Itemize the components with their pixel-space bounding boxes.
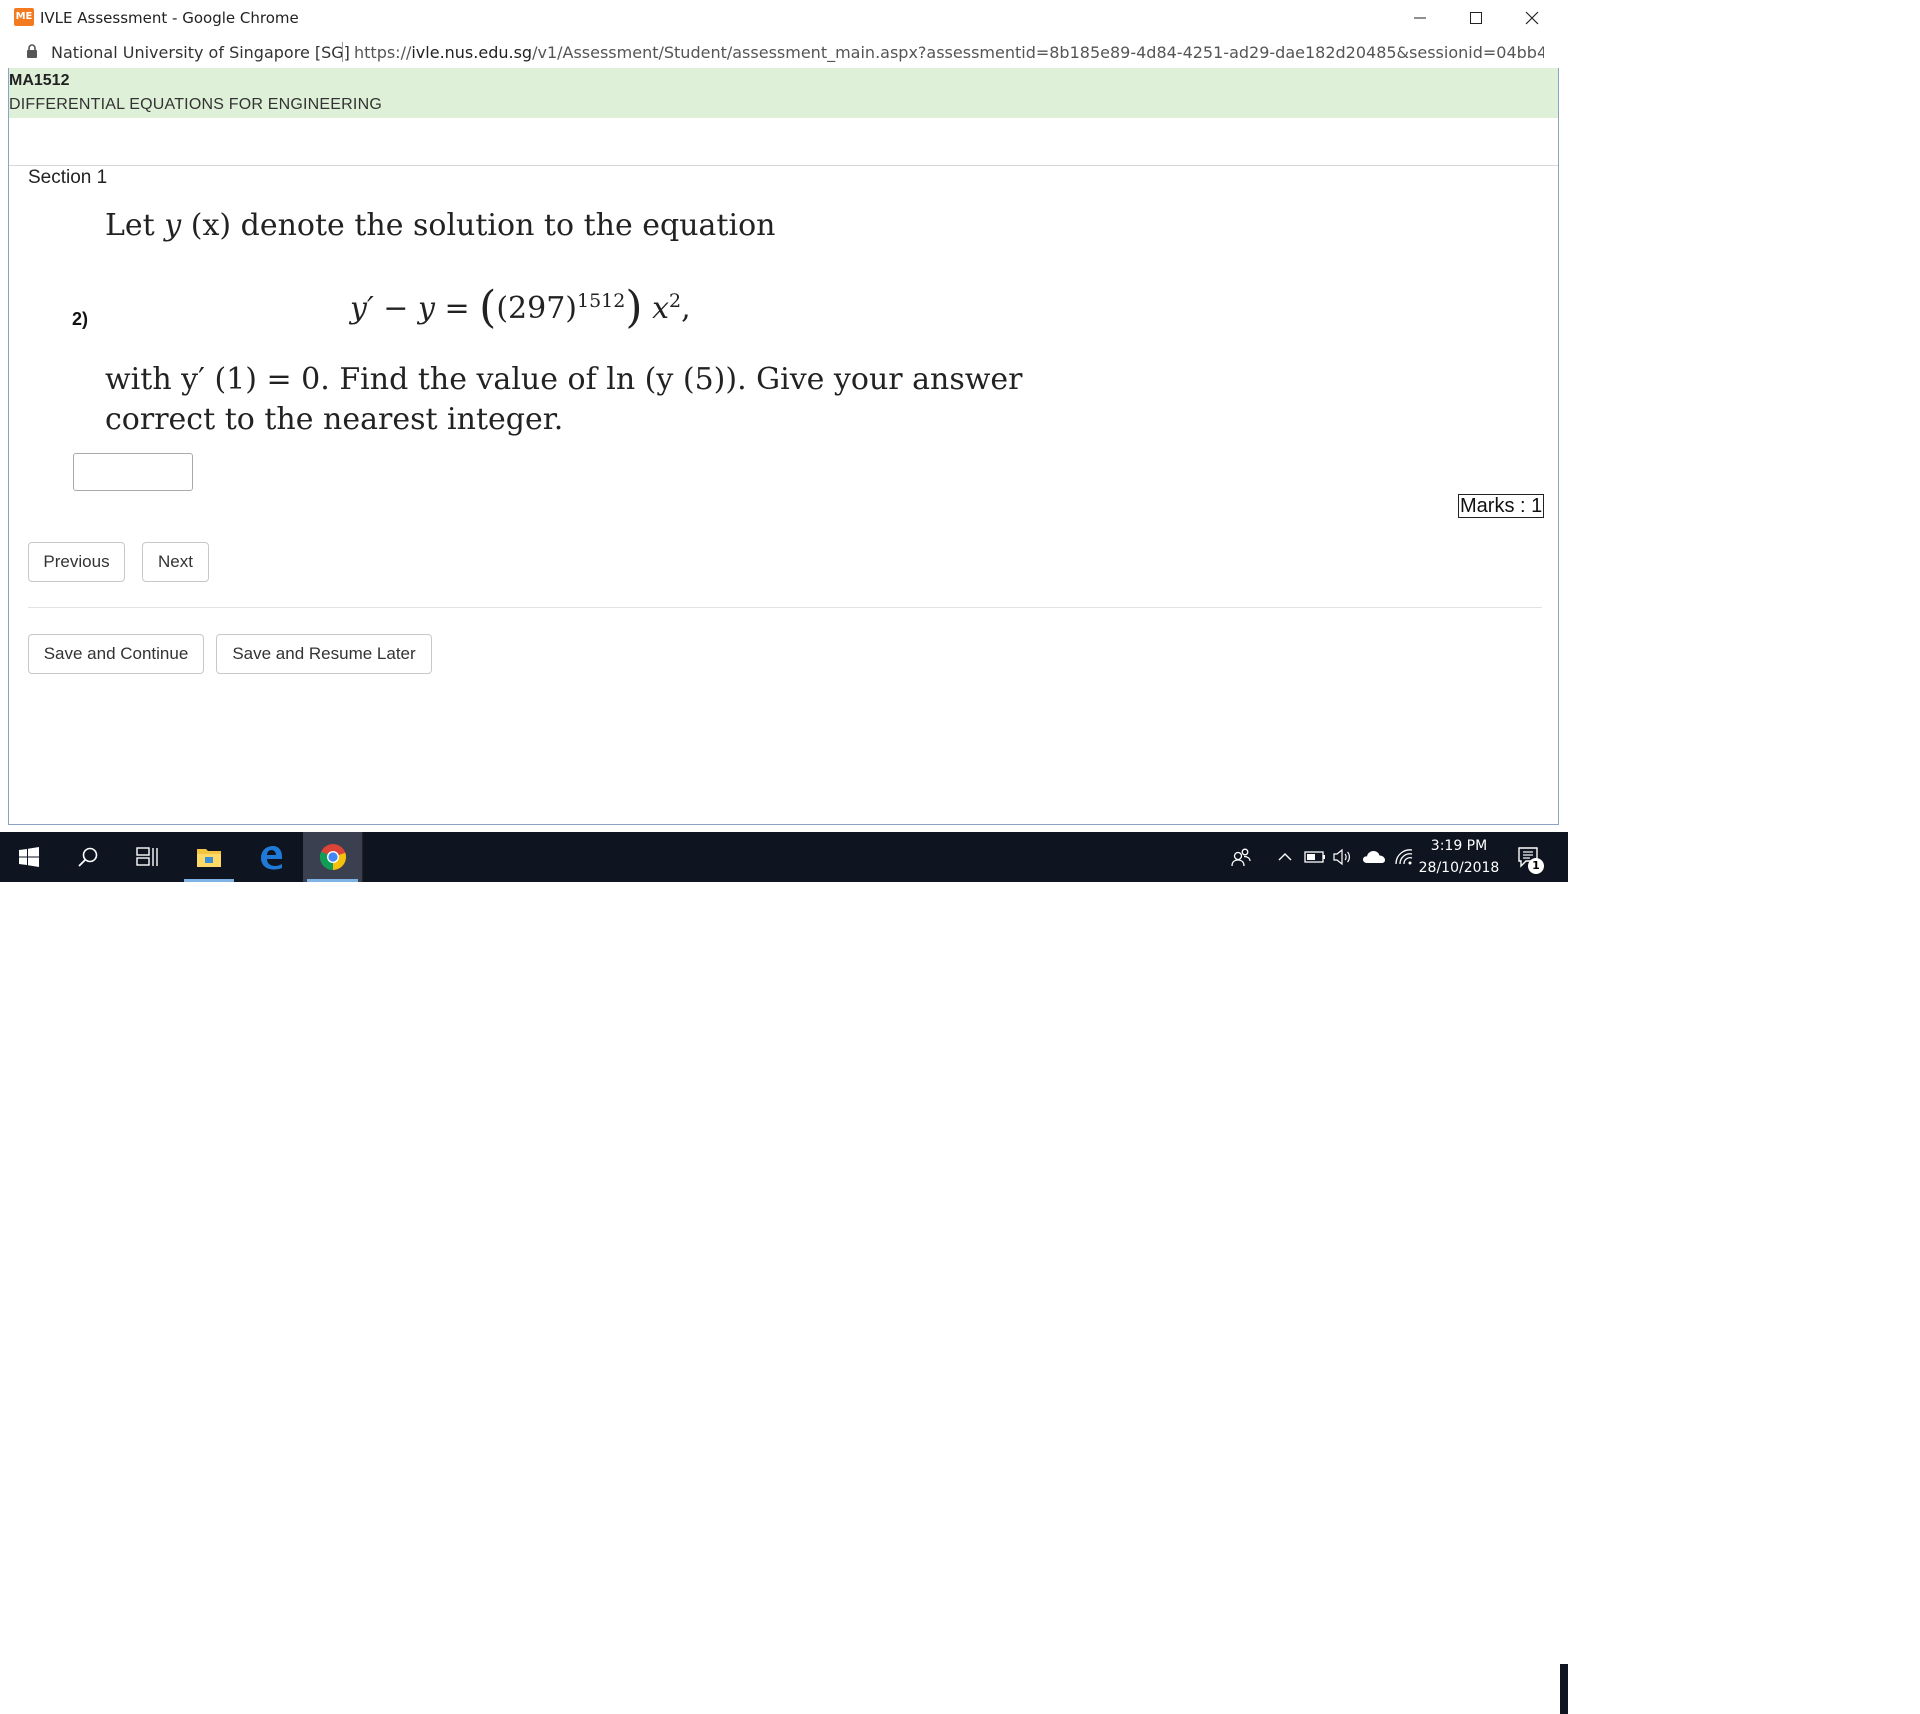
equation-tail: , bbox=[681, 291, 691, 326]
show-hidden-icons-button[interactable] bbox=[1274, 832, 1296, 882]
minimize-icon bbox=[1414, 17, 1426, 19]
volume-icon bbox=[1333, 848, 1350, 866]
previous-button[interactable]: Previous bbox=[28, 542, 125, 582]
chrome-button[interactable] bbox=[303, 832, 362, 882]
start-button[interactable] bbox=[0, 832, 58, 882]
explorer-running-indicator bbox=[184, 879, 234, 882]
battery-button[interactable] bbox=[1302, 832, 1328, 882]
lock-icon bbox=[27, 44, 37, 58]
section-title: Section 1 bbox=[28, 167, 108, 188]
frame-border-left bbox=[8, 68, 9, 825]
equation-lhs: y′ − y = bbox=[350, 291, 480, 326]
clock-time[interactable]: 3:19 PM bbox=[1418, 838, 1500, 854]
question-line-1-prefix: Let bbox=[105, 208, 165, 243]
equation-exponent: 1512 bbox=[576, 290, 626, 312]
header-divider bbox=[8, 165, 1559, 166]
file-explorer-button[interactable] bbox=[180, 832, 238, 882]
app-icon: ME bbox=[14, 8, 34, 26]
next-button[interactable]: Next bbox=[142, 542, 209, 582]
save-and-continue-button[interactable]: Save and Continue bbox=[28, 634, 204, 674]
volume-button[interactable] bbox=[1330, 832, 1354, 882]
taskbar-edge bbox=[1560, 1664, 1568, 1714]
wifi-icon bbox=[1395, 849, 1413, 865]
frame-border-right bbox=[1558, 68, 1559, 825]
course-header: MA1512 DIFFERENTIAL EQUATIONS FOR ENGINE… bbox=[8, 68, 1559, 118]
search-icon bbox=[78, 847, 98, 867]
search-button[interactable] bbox=[58, 832, 118, 882]
site-organization: National University of Singapore [SG] bbox=[51, 43, 350, 62]
close-icon bbox=[1525, 11, 1539, 25]
equation-base: (297) bbox=[496, 291, 577, 326]
question-line-1-suffix: denote the solution to the equation bbox=[240, 208, 776, 243]
maximize-icon bbox=[1470, 12, 1482, 24]
clock-date[interactable]: 28/10/2018 bbox=[1418, 860, 1500, 876]
start-icon bbox=[19, 847, 39, 867]
marks-badge: Marks : 1 bbox=[1458, 494, 1545, 518]
equation-var: x bbox=[652, 291, 669, 326]
url-path: /v1/Assessment/Student/assessment_main.a… bbox=[532, 43, 1544, 62]
equation-close-paren: ) bbox=[625, 282, 643, 333]
task-view-button[interactable] bbox=[118, 832, 176, 882]
course-code: MA1512 bbox=[9, 72, 70, 89]
battery-icon bbox=[1304, 851, 1325, 863]
question-number: 2) bbox=[72, 309, 89, 329]
url-text[interactable]: https://ivle.nus.edu.sg/v1/Assessment/St… bbox=[354, 43, 1544, 62]
edge-button[interactable] bbox=[242, 832, 300, 882]
question-equation: y′ − y = ((297)1512) x2, bbox=[350, 282, 691, 333]
frame-border-bottom bbox=[8, 824, 1559, 825]
question-line-3: with y′ (1) = 0. Find the value of ln (y… bbox=[105, 362, 1023, 397]
question-line-1-var: y bbox=[164, 208, 182, 243]
url-scheme: https:// bbox=[354, 43, 412, 62]
equation-var-exponent: 2 bbox=[668, 290, 682, 312]
action-center-button[interactable] bbox=[1508, 832, 1548, 882]
question-line-4: correct to the nearest integer. bbox=[105, 402, 564, 437]
url-host: ivle.nus.edu.sg bbox=[411, 43, 533, 62]
chevron-up-icon bbox=[1278, 853, 1292, 861]
answer-input[interactable] bbox=[73, 453, 193, 491]
chrome-icon bbox=[319, 844, 346, 870]
close-button[interactable] bbox=[1504, 0, 1560, 36]
taskbar-divider bbox=[362, 832, 363, 882]
taskbar: 3:19 PM 28/10/2018 bbox=[0, 832, 1568, 1714]
minimize-button[interactable] bbox=[1392, 0, 1448, 36]
notification-count-badge: 1 bbox=[1528, 858, 1544, 874]
equation-open-paren: ( bbox=[479, 282, 497, 333]
course-name: DIFFERENTIAL EQUATIONS FOR ENGINEERING bbox=[9, 96, 382, 113]
address-bar[interactable]: National University of Singapore [SG] ht… bbox=[0, 36, 1568, 68]
title-bar: ME IVLE Assessment - Google Chrome bbox=[0, 0, 1568, 36]
maximize-button[interactable] bbox=[1448, 0, 1504, 36]
question-line-1-arg: (x) bbox=[181, 208, 241, 243]
edge-icon bbox=[261, 846, 282, 870]
task-view-icon bbox=[136, 847, 158, 866]
file-explorer-icon bbox=[197, 849, 221, 867]
save-and-resume-later-button[interactable]: Save and Resume Later bbox=[216, 634, 432, 674]
chrome-running-indicator bbox=[307, 879, 358, 882]
people-icon bbox=[1231, 848, 1251, 867]
question-line-1: Let y (x) denote the solution to the equ… bbox=[105, 208, 775, 243]
nav-divider bbox=[28, 607, 1542, 608]
onedrive-icon bbox=[1363, 851, 1385, 863]
onedrive-button[interactable] bbox=[1360, 832, 1388, 882]
people-button[interactable] bbox=[1226, 832, 1256, 882]
wifi-button[interactable] bbox=[1392, 832, 1416, 882]
address-divider bbox=[342, 42, 343, 62]
browser-window: ME IVLE Assessment - Google Chrome Natio… bbox=[0, 0, 1568, 832]
window-title: IVLE Assessment - Google Chrome bbox=[40, 9, 299, 27]
